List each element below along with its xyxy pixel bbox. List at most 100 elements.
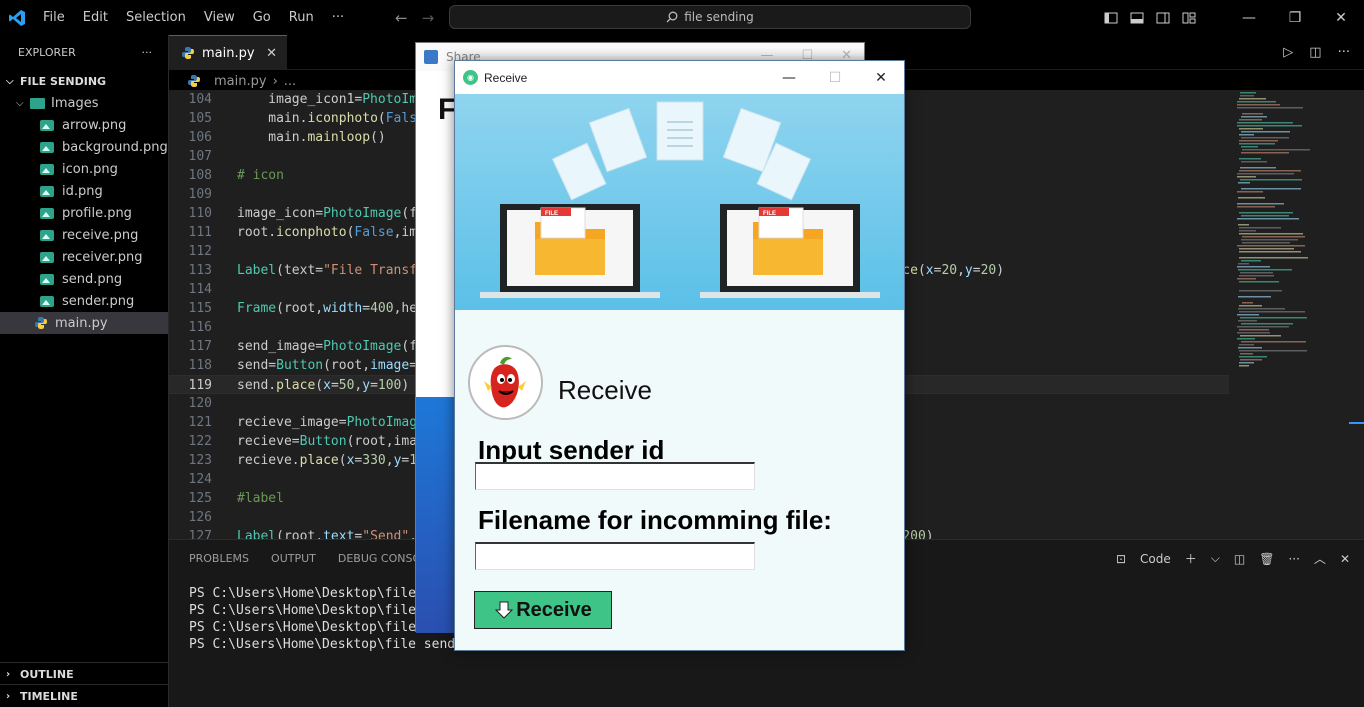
line-number: 127 xyxy=(188,529,212,539)
split-editor-icon[interactable]: ◫ xyxy=(1309,45,1321,60)
menu-run[interactable]: Run xyxy=(280,0,323,35)
file-item[interactable]: sender.png xyxy=(0,290,168,312)
tab-label: main.py xyxy=(202,45,255,61)
file-item-label: background.png xyxy=(62,139,168,155)
code-text: #label xyxy=(212,489,284,508)
close-panel-icon[interactable]: ✕ xyxy=(1340,552,1350,566)
close-icon[interactable]: ✕ xyxy=(858,61,904,94)
code-token: ( xyxy=(917,263,926,278)
more-actions-icon[interactable]: ··· xyxy=(1338,45,1350,60)
explorer-more-icon[interactable]: ··· xyxy=(142,46,153,59)
folder-images[interactable]: ⌵ Images xyxy=(0,92,168,114)
terminal-name[interactable]: Code xyxy=(1140,552,1171,566)
file-main-py[interactable]: main.py xyxy=(0,312,168,334)
menu-view[interactable]: View xyxy=(195,0,244,35)
sender-id-input[interactable] xyxy=(475,462,755,490)
workspace-root[interactable]: ⌵ FILE SENDING xyxy=(0,70,168,92)
minimap-line xyxy=(1242,242,1290,244)
close-tab-icon[interactable]: ✕ xyxy=(266,46,277,61)
code-token: = xyxy=(362,301,371,316)
close-icon[interactable]: ✕ xyxy=(1318,10,1364,26)
line-number: 111 xyxy=(188,225,212,240)
code-token: iconphoto xyxy=(307,111,378,126)
new-terminal-icon[interactable]: ＋ xyxy=(1185,550,1197,567)
image-file-icon xyxy=(40,273,54,285)
minimap-line xyxy=(1239,362,1254,364)
menu-more[interactable]: ··· xyxy=(323,0,353,35)
timeline-section[interactable]: › TIMELINE xyxy=(0,685,169,707)
menu-file[interactable]: File xyxy=(34,0,74,35)
maximize-panel-icon[interactable]: ︿ xyxy=(1314,550,1326,567)
minimap-line xyxy=(1238,347,1262,349)
line-number: 106 xyxy=(188,130,212,145)
line-number: 107 xyxy=(188,149,212,164)
filename-input[interactable] xyxy=(475,542,755,570)
code-token: Label xyxy=(237,263,277,278)
minimap[interactable] xyxy=(1229,90,1364,539)
back-arrow-icon[interactable]: ← xyxy=(395,9,408,27)
file-item[interactable]: receive.png xyxy=(0,224,168,246)
chevron-right-icon: › xyxy=(6,668,11,680)
file-item-label: receiver.png xyxy=(62,249,143,265)
trash-icon[interactable]: 🗑 xyxy=(1259,552,1274,566)
tab-output[interactable]: OUTPUT xyxy=(271,552,316,565)
menu-go[interactable]: Go xyxy=(244,0,280,35)
outline-section[interactable]: › OUTLINE xyxy=(0,663,169,685)
minimap-line xyxy=(1239,143,1275,145)
line-number: 109 xyxy=(188,187,212,202)
menu-selection[interactable]: Selection xyxy=(117,0,195,35)
code-token: y xyxy=(362,378,371,393)
code-token: y xyxy=(964,263,973,278)
toggle-secondary-sidebar-icon[interactable] xyxy=(1156,11,1170,25)
breadcrumb-more[interactable]: ... xyxy=(284,74,296,89)
code-token: x xyxy=(925,263,934,278)
more-icon[interactable]: ··· xyxy=(1288,552,1299,566)
app-icon: ◉ xyxy=(463,70,478,85)
line-number: 119 xyxy=(188,378,212,393)
split-terminal-icon[interactable]: ◫ xyxy=(1234,552,1245,566)
file-item[interactable]: receiver.png xyxy=(0,246,168,268)
file-item[interactable]: background.png xyxy=(0,136,168,158)
minimize-icon[interactable]: — xyxy=(766,61,812,94)
code-text: # icon xyxy=(212,166,284,185)
file-item[interactable]: id.png xyxy=(0,180,168,202)
run-icon[interactable]: ▷ xyxy=(1283,45,1293,60)
file-item[interactable]: arrow.png xyxy=(0,114,168,136)
tab-main-py[interactable]: main.py ✕ xyxy=(169,35,287,70)
minimap-line xyxy=(1237,266,1270,268)
toggle-panel-icon[interactable] xyxy=(1130,11,1144,25)
terminal-icon: ⊡ xyxy=(1115,551,1127,566)
code-token: 400 xyxy=(370,301,394,316)
line-number: 113 xyxy=(188,263,212,278)
app-icon xyxy=(424,50,438,64)
code-token: main. xyxy=(237,130,308,145)
minimap-line xyxy=(1237,191,1263,193)
file-item[interactable]: send.png xyxy=(0,268,168,290)
receive-button[interactable]: Receive xyxy=(474,591,612,629)
menu-edit[interactable]: Edit xyxy=(74,0,117,35)
minimap-line xyxy=(1240,92,1256,94)
code-text: recieve=Button(root,ima xyxy=(212,432,417,451)
minimap-line xyxy=(1240,95,1254,97)
restore-icon[interactable]: ❐ xyxy=(1272,10,1318,26)
minimize-icon[interactable]: — xyxy=(1226,10,1272,26)
code-token: mainloop xyxy=(307,130,371,145)
customize-layout-icon[interactable] xyxy=(1182,11,1196,25)
minimap-line xyxy=(1241,137,1289,139)
code-text: Frame(root,width=400,he xyxy=(212,299,417,318)
toggle-primary-sidebar-icon[interactable] xyxy=(1104,11,1118,25)
command-center-search[interactable]: file sending xyxy=(449,5,971,29)
code-token: place xyxy=(299,453,339,468)
minimap-line xyxy=(1241,131,1290,133)
code-token: 50 xyxy=(338,378,355,393)
file-item[interactable]: profile.png xyxy=(0,202,168,224)
minimap-line xyxy=(1239,233,1303,235)
breadcrumb-file[interactable]: main.py xyxy=(214,74,267,89)
file-item[interactable]: icon.png xyxy=(0,158,168,180)
tab-problems[interactable]: PROBLEMS xyxy=(189,552,249,565)
minimap-line xyxy=(1241,146,1258,148)
forward-arrow-icon[interactable]: → xyxy=(422,9,435,27)
minimap-line xyxy=(1240,335,1281,337)
chevron-down-icon[interactable]: ⌵ xyxy=(1211,551,1220,566)
